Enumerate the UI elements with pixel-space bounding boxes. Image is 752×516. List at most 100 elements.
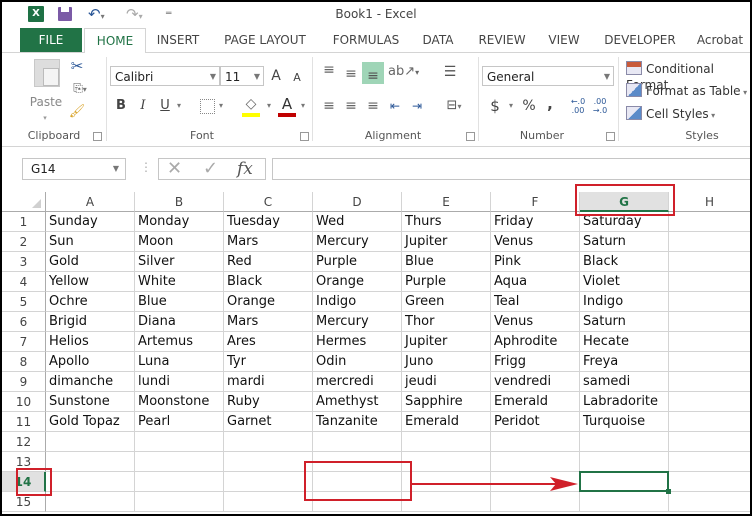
fill-color-dropdown-icon[interactable]: ▾ (264, 97, 274, 115)
cell-b10[interactable]: Moonstone (135, 392, 224, 412)
cell-f10[interactable]: Emerald (491, 392, 580, 412)
cell-g9[interactable]: samedi (580, 372, 669, 392)
select-all-button[interactable] (2, 192, 46, 212)
tab-file[interactable]: FILE (20, 28, 82, 52)
cut-icon[interactable]: ✂ (68, 57, 86, 75)
cell-e7[interactable]: Jupiter (402, 332, 491, 352)
tab-review[interactable]: REVIEW (474, 28, 530, 52)
currency-dropdown-icon[interactable]: ▾ (506, 97, 516, 115)
row-header-3[interactable]: 3 (2, 252, 46, 272)
font-launcher-icon[interactable] (300, 132, 309, 141)
cell-h12[interactable] (669, 432, 750, 452)
tab-view[interactable]: VIEW (542, 28, 586, 52)
cell-e10[interactable]: Sapphire (402, 392, 491, 412)
merge-center-icon[interactable]: ⊟▾ (440, 97, 468, 116)
cell-d10[interactable]: Amethyst (313, 392, 402, 412)
increase-indent-icon[interactable]: ⇥ (408, 97, 426, 115)
cell-g3[interactable]: Black (580, 252, 669, 272)
cell-c5[interactable]: Orange (224, 292, 313, 312)
cell-d8[interactable]: Odin (313, 352, 402, 372)
cell-b12[interactable] (135, 432, 224, 452)
enter-icon[interactable]: ✓ (203, 159, 218, 179)
cell-b4[interactable]: White (135, 272, 224, 292)
cell-f8[interactable]: Frigg (491, 352, 580, 372)
cell-h7[interactable] (669, 332, 750, 352)
bold-button[interactable]: B (114, 97, 128, 115)
cell-c3[interactable]: Red (224, 252, 313, 272)
cell-b11[interactable]: Pearl (135, 412, 224, 432)
row-header-1[interactable]: 1 (2, 212, 46, 232)
column-header-c[interactable]: C (224, 192, 313, 212)
cell-a2[interactable]: Sun (46, 232, 135, 252)
cell-g6[interactable]: Saturn (580, 312, 669, 332)
cell-styles-button[interactable]: Cell Styles ▾ (626, 106, 715, 124)
row-header-6[interactable]: 6 (2, 312, 46, 332)
alignment-launcher-icon[interactable] (466, 132, 475, 141)
cell-f5[interactable]: Teal (491, 292, 580, 312)
tab-developer[interactable]: DEVELOPER (600, 28, 680, 52)
cell-e8[interactable]: Juno (402, 352, 491, 372)
cell-e1[interactable]: Thurs (402, 212, 491, 232)
cell-f11[interactable]: Peridot (491, 412, 580, 432)
cell-d11[interactable]: Tanzanite (313, 412, 402, 432)
column-header-d[interactable]: D (313, 192, 402, 212)
cell-e4[interactable]: Purple (402, 272, 491, 292)
cell-b15[interactable] (135, 492, 224, 512)
cell-a12[interactable] (46, 432, 135, 452)
column-header-e[interactable]: E (402, 192, 491, 212)
grow-font-button[interactable]: A (268, 67, 284, 85)
cell-g2[interactable]: Saturn (580, 232, 669, 252)
cell-c4[interactable]: Black (224, 272, 313, 292)
cell-b13[interactable] (135, 452, 224, 472)
cell-d12[interactable] (313, 432, 402, 452)
font-color-button[interactable]: A (278, 95, 296, 113)
cell-h4[interactable] (669, 272, 750, 292)
cell-e13[interactable] (402, 452, 491, 472)
font-name-combo[interactable]: Calibri ▼ (110, 66, 220, 86)
cell-g8[interactable]: Freya (580, 352, 669, 372)
italic-button[interactable]: I (136, 97, 150, 115)
cell-e5[interactable]: Green (402, 292, 491, 312)
cell-h8[interactable] (669, 352, 750, 372)
cell-h14[interactable] (669, 472, 750, 492)
cell-g4[interactable]: Violet (580, 272, 669, 292)
cell-c12[interactable] (224, 432, 313, 452)
percent-button[interactable]: % (520, 97, 538, 115)
increase-decimal-icon[interactable]: ←.0.00 (568, 97, 588, 115)
tab-formulas[interactable]: FORMULAS (324, 28, 408, 52)
number-format-combo[interactable]: General ▼ (482, 66, 614, 86)
cell-f6[interactable]: Venus (491, 312, 580, 332)
row-header-5[interactable]: 5 (2, 292, 46, 312)
cell-b8[interactable]: Luna (135, 352, 224, 372)
cell-b6[interactable]: Diana (135, 312, 224, 332)
column-header-h[interactable]: H (669, 192, 750, 212)
cell-b1[interactable]: Monday (135, 212, 224, 232)
cell-e15[interactable] (402, 492, 491, 512)
cell-f1[interactable]: Friday (491, 212, 580, 232)
cell-f12[interactable] (491, 432, 580, 452)
cell-d6[interactable]: Mercury (313, 312, 402, 332)
cell-h10[interactable] (669, 392, 750, 412)
font-size-combo[interactable]: 11 ▼ (220, 66, 264, 86)
cell-a11[interactable]: Gold Topaz (46, 412, 135, 432)
row-header-12[interactable]: 12 (2, 432, 46, 452)
top-align-icon[interactable]: ≡ (320, 61, 338, 79)
cell-c2[interactable]: Mars (224, 232, 313, 252)
cell-c8[interactable]: Tyr (224, 352, 313, 372)
cell-e2[interactable]: Jupiter (402, 232, 491, 252)
cell-c15[interactable] (224, 492, 313, 512)
cell-g15[interactable] (580, 492, 669, 512)
cell-c13[interactable] (224, 452, 313, 472)
active-cell-selection[interactable] (579, 471, 669, 492)
align-right-icon[interactable]: ≡ (364, 97, 382, 115)
row-header-11[interactable]: 11 (2, 412, 46, 432)
format-as-table-button[interactable]: Format as Table ▾ (626, 83, 747, 101)
cell-f3[interactable]: Pink (491, 252, 580, 272)
middle-align-icon[interactable]: ≡ (342, 65, 360, 83)
cell-e9[interactable]: jeudi (402, 372, 491, 392)
row-header-8[interactable]: 8 (2, 352, 46, 372)
cancel-icon[interactable]: ✕ (167, 159, 182, 179)
format-painter-icon[interactable]: 🖌 (68, 103, 86, 121)
cell-g12[interactable] (580, 432, 669, 452)
paste-icon[interactable] (34, 59, 60, 87)
